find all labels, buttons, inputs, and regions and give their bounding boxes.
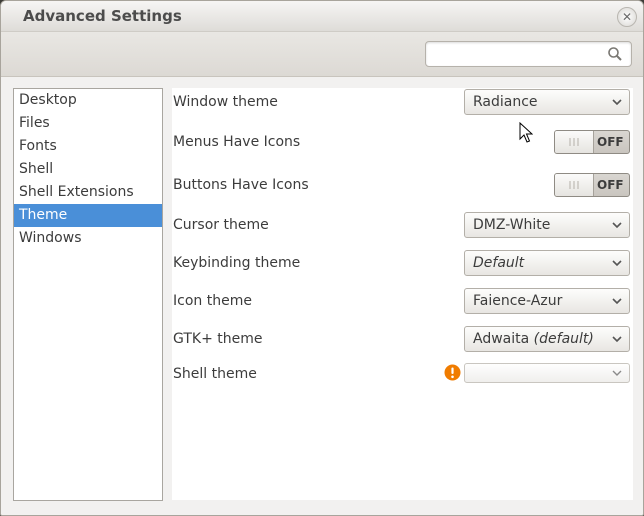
search-icon (608, 47, 622, 61)
chevron-down-icon (612, 336, 622, 343)
shell-theme-label: Shell theme (173, 366, 257, 382)
menus-have-icons-switch[interactable]: OFF (554, 130, 630, 154)
switch-knob (555, 174, 594, 196)
grip-icon (569, 138, 579, 146)
close-icon: ✕ (621, 10, 633, 24)
gtk-theme-label: GTK+ theme (173, 331, 263, 347)
chevron-down-icon (612, 99, 622, 106)
gtk-theme-value-group: Adwaita (default) (473, 331, 594, 347)
title-bar[interactable]: Advanced Settings ✕ (1, 1, 643, 32)
category-list: Desktop Files Fonts Shell Shell Extensio… (13, 88, 163, 501)
keybinding-theme-combo[interactable]: Default (464, 250, 630, 276)
window-theme-value: Radiance (473, 94, 538, 110)
cursor-theme-value: DMZ-White (473, 217, 551, 233)
shell-theme-combo[interactable] (464, 363, 630, 383)
shell-theme-row: Shell theme (172, 363, 633, 385)
mouse-pointer-icon (519, 122, 533, 143)
cursor-theme-row: Cursor theme DMZ-White (172, 212, 633, 238)
sidebar-item-theme[interactable]: Theme (14, 204, 162, 227)
icon-theme-row: Icon theme Faience-Azur (172, 288, 633, 314)
menus-have-icons-label: Menus Have Icons (173, 134, 301, 150)
buttons-have-icons-switch[interactable]: OFF (554, 173, 630, 197)
switch-knob (555, 131, 594, 153)
chevron-down-icon (612, 370, 622, 376)
gtk-theme-value: Adwaita (473, 331, 530, 347)
buttons-have-icons-label: Buttons Have Icons (173, 177, 309, 193)
buttons-have-icons-row: Buttons Have Icons OFF (172, 173, 633, 197)
theme-settings-panel: Window theme Radiance Menus Have Icons O… (172, 88, 633, 500)
search-input[interactable] (432, 42, 606, 66)
keybinding-theme-row: Keybinding theme Default (172, 250, 633, 276)
grip-icon (569, 181, 579, 189)
window-theme-label: Window theme (173, 94, 278, 110)
sidebar-item-windows[interactable]: Windows (14, 227, 162, 250)
warning-icon[interactable] (444, 364, 461, 381)
search-box[interactable] (425, 41, 632, 67)
icon-theme-label: Icon theme (173, 293, 252, 309)
sidebar-item-fonts[interactable]: Fonts (14, 135, 162, 158)
window-theme-row: Window theme Radiance (172, 89, 633, 115)
sidebar-item-desktop[interactable]: Desktop (14, 89, 162, 112)
cursor-theme-combo[interactable]: DMZ-White (464, 212, 630, 238)
gtk-theme-combo[interactable]: Adwaita (default) (464, 326, 630, 352)
advanced-settings-window: Advanced Settings ✕ Desktop Files Fonts … (0, 0, 644, 516)
icon-theme-value: Faience-Azur (473, 293, 563, 309)
chevron-down-icon (612, 260, 622, 267)
sidebar-item-files[interactable]: Files (14, 112, 162, 135)
chevron-down-icon (612, 298, 622, 305)
switch-state-label: OFF (597, 135, 624, 149)
menus-have-icons-row: Menus Have Icons OFF (172, 130, 633, 154)
window-theme-combo[interactable]: Radiance (464, 89, 630, 115)
sidebar-item-shell-extensions[interactable]: Shell Extensions (14, 181, 162, 204)
keybinding-theme-value: Default (473, 255, 525, 271)
close-button[interactable]: ✕ (617, 7, 637, 27)
chevron-down-icon (612, 222, 622, 229)
cursor-theme-label: Cursor theme (173, 217, 269, 233)
keybinding-theme-label: Keybinding theme (173, 255, 301, 271)
window-title: Advanced Settings (23, 7, 182, 25)
gtk-theme-row: GTK+ theme Adwaita (default) (172, 326, 633, 352)
icon-theme-combo[interactable]: Faience-Azur (464, 288, 630, 314)
toolbar (1, 32, 643, 77)
switch-state-label: OFF (597, 178, 624, 192)
gtk-theme-default-tag: (default) (533, 331, 594, 347)
sidebar-item-shell[interactable]: Shell (14, 158, 162, 181)
